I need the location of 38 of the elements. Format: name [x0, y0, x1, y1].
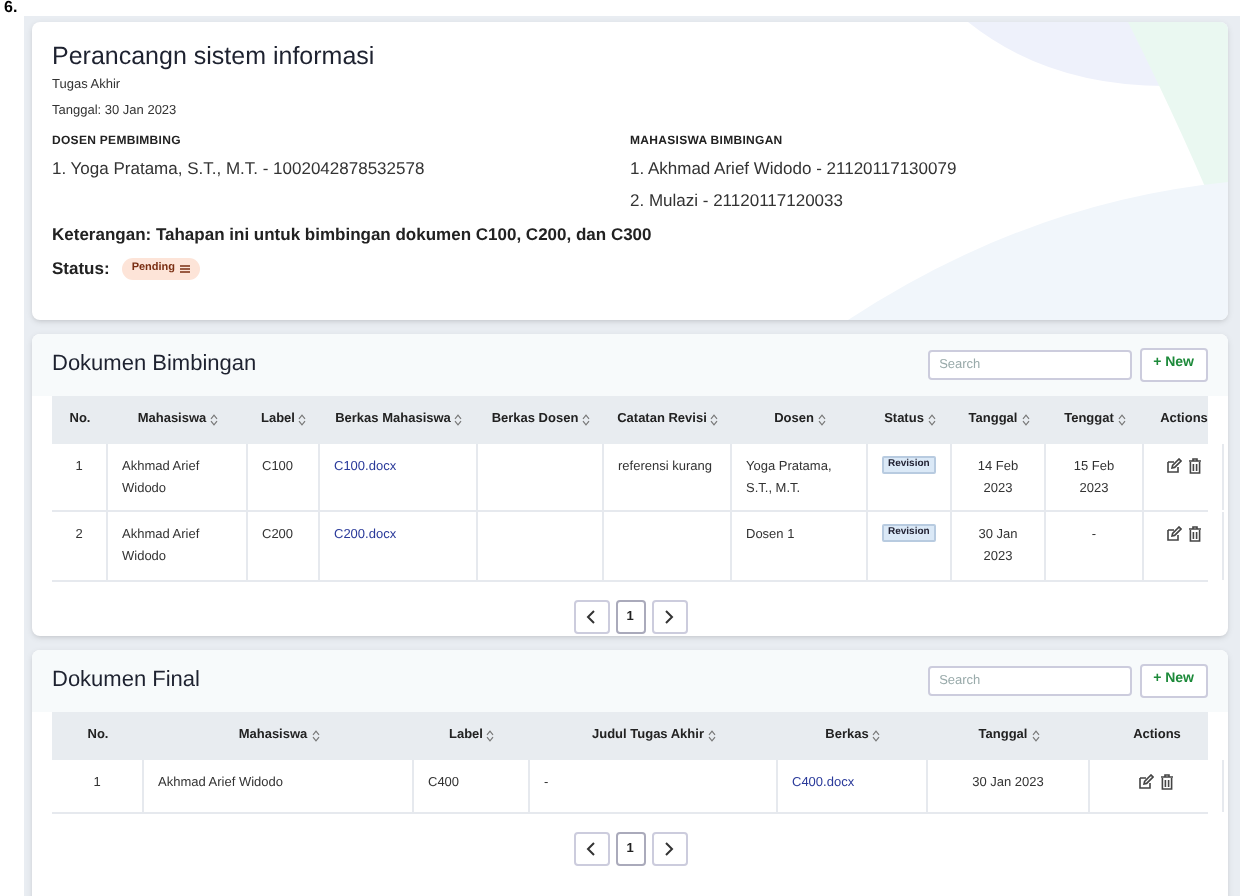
person-entry: 1. Yoga Pratama, S.T., M.T. - 1002042878532578 [52, 156, 427, 182]
section-title: Dokumen Final [52, 666, 200, 697]
edit-icon[interactable] [1165, 526, 1181, 542]
page-number: 6. [4, 0, 18, 16]
section-title: Dokumen Bimbingan [52, 350, 257, 381]
person-entry: 2. Mulazi - 21120117120033 [630, 188, 845, 214]
sort-icon[interactable] [1117, 414, 1126, 426]
sort-icon[interactable] [298, 414, 307, 426]
trash-icon[interactable] [1187, 526, 1201, 542]
trash-icon[interactable] [1187, 458, 1201, 474]
previous-page-button[interactable] [573, 832, 609, 866]
chevron-right-icon [664, 842, 674, 856]
sort-icon[interactable] [707, 730, 716, 742]
sort-icon[interactable] [210, 414, 219, 426]
chevron-left-icon [586, 842, 596, 856]
sort-icon[interactable] [1021, 414, 1030, 426]
chevron-right-icon [664, 610, 674, 624]
sort-icon[interactable] [582, 414, 591, 426]
sort-icon[interactable] [454, 414, 463, 426]
note-text: Keterangan: Tahapan ini untuk bimbingan dokumen C100, C200, dan C300 [52, 222, 654, 246]
edit-icon[interactable] [1138, 774, 1154, 790]
sort-icon[interactable] [1031, 730, 1040, 742]
previous-page-button[interactable] [573, 600, 609, 634]
sort-icon[interactable] [872, 730, 881, 742]
trash-icon[interactable] [1160, 774, 1174, 790]
status-label: Status: [52, 256, 110, 282]
chevron-left-icon [586, 610, 596, 624]
sort-icon[interactable] [927, 414, 936, 426]
sort-icon[interactable] [710, 414, 719, 426]
list-icon [179, 263, 190, 274]
edit-icon[interactable] [1165, 458, 1181, 474]
next-page-button[interactable] [651, 600, 687, 634]
sort-icon[interactable] [486, 730, 495, 742]
person-entry: 1. Akhmad Arief Widodo - 21120117130079 [630, 156, 959, 182]
card-title: Perancangn sistem informasi [52, 40, 377, 72]
next-page-button[interactable] [651, 832, 687, 866]
sort-icon[interactable] [311, 730, 320, 742]
sort-icon[interactable] [817, 414, 826, 426]
